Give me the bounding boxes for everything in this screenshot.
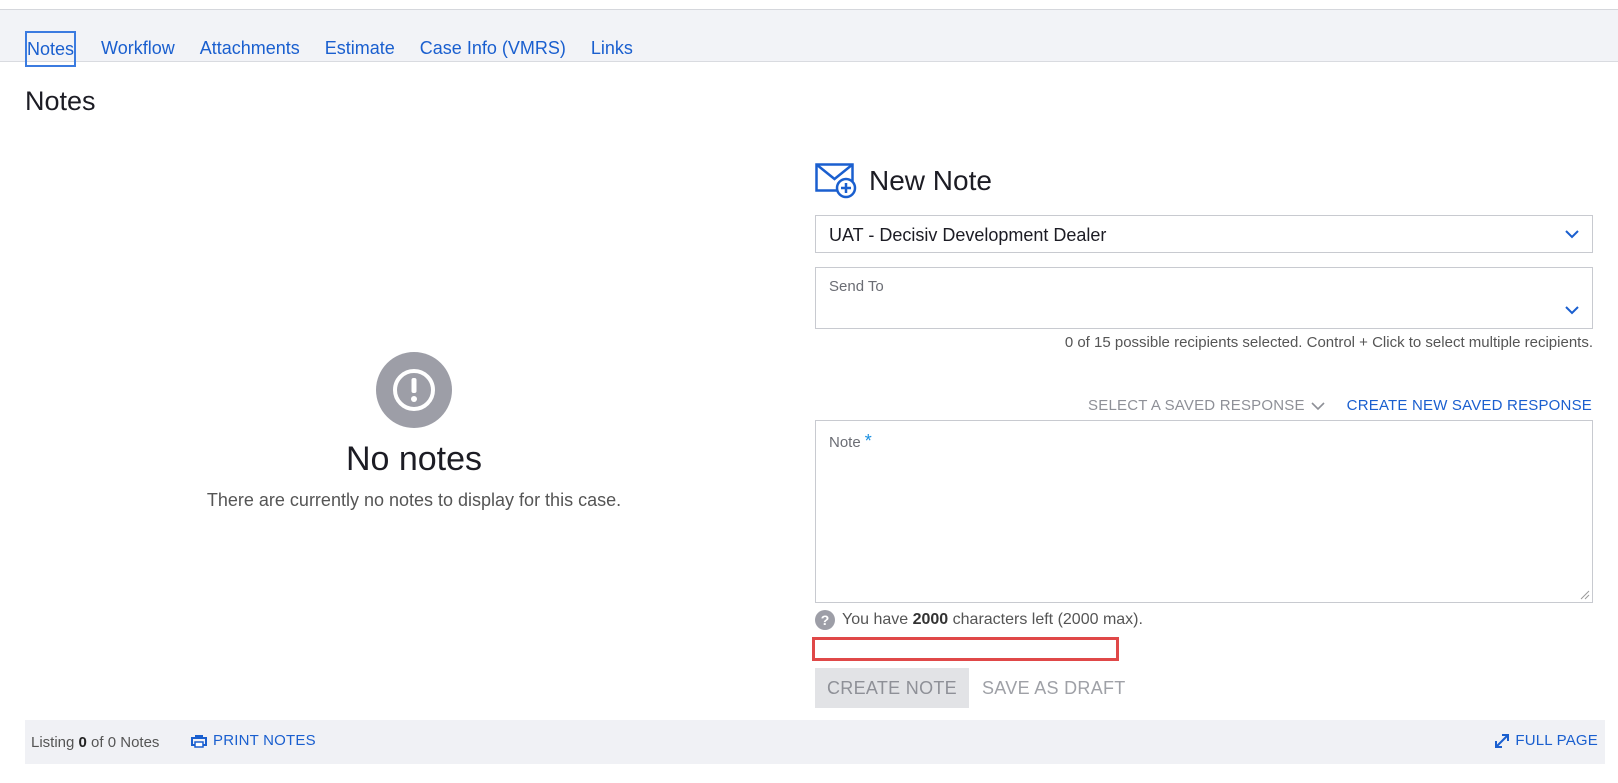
page-title: Notes — [25, 86, 96, 116]
required-marker: * — [864, 431, 872, 451]
exclamation-circle-icon — [376, 352, 452, 428]
printer-icon — [191, 734, 207, 748]
chevron-down-icon — [1565, 230, 1579, 239]
tab-links[interactable]: Links — [591, 31, 633, 67]
tab-workflow[interactable]: Workflow — [101, 31, 175, 67]
empty-state-title: No notes — [345, 440, 483, 478]
tab-estimate[interactable]: Estimate — [325, 31, 395, 67]
send-to-label: Send To — [829, 278, 884, 295]
listing-count: Listing 0 of 0 Notes — [31, 734, 160, 751]
note-label: Note * — [829, 431, 872, 451]
empty-state-subtitle: There are currently no notes to display … — [206, 490, 622, 510]
envelope-plus-icon — [815, 163, 857, 199]
character-count-info: ? You have 2000 characters left (2000 ma… — [815, 610, 1143, 630]
tab-notes[interactable]: Notes — [25, 31, 77, 67]
notes-footer: Listing 0 of 0 Notes PRINT NOTES FULL PA… — [25, 720, 1605, 764]
send-to-select[interactable]: Send To — [815, 267, 1593, 329]
resize-handle-icon[interactable] — [1580, 590, 1590, 600]
saved-response-row: SELECT A SAVED RESPONSE CREATE NEW SAVED… — [1088, 397, 1592, 414]
note-textarea[interactable]: Note * — [815, 420, 1593, 603]
new-note-header: New Note — [815, 163, 992, 199]
create-saved-response-link[interactable]: CREATE NEW SAVED RESPONSE — [1347, 397, 1592, 414]
chars-left-count: 2000 — [912, 611, 949, 628]
tab-list: Notes Workflow Attachments Estimate Case… — [25, 31, 658, 67]
save-as-draft-button[interactable]: SAVE AS DRAFT — [982, 668, 1126, 708]
dealer-select-value: UAT - Decisiv Development Dealer — [829, 225, 1107, 245]
chevron-down-icon — [1565, 306, 1579, 315]
full-page-button[interactable]: FULL PAGE — [1494, 732, 1598, 749]
recipients-info: 0 of 15 possible recipients selected. Co… — [1064, 334, 1593, 351]
print-notes-button[interactable]: PRINT NOTES — [191, 732, 316, 749]
saved-response-label: SELECT A SAVED RESPONSE — [1088, 397, 1305, 414]
saved-response-select[interactable]: SELECT A SAVED RESPONSE — [1088, 397, 1325, 414]
chevron-down-icon — [1311, 401, 1325, 410]
expand-icon — [1495, 733, 1510, 748]
dealer-select[interactable]: UAT - Decisiv Development Dealer — [815, 215, 1593, 253]
help-icon[interactable]: ? — [815, 610, 835, 630]
create-note-button[interactable]: CREATE NOTE — [815, 668, 969, 708]
tab-case-info[interactable]: Case Info (VMRS) — [420, 31, 566, 67]
top-tab-bar: Notes Workflow Attachments Estimate Case… — [0, 0, 1618, 67]
new-note-title: New Note — [869, 165, 992, 196]
tab-attachments[interactable]: Attachments — [200, 31, 300, 67]
highlight-outline — [812, 637, 1119, 661]
